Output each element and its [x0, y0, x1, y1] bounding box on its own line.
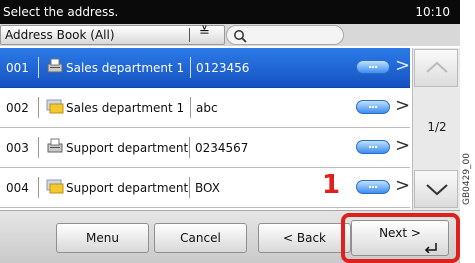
folder-icon	[46, 177, 64, 198]
cancel-button[interactable]: Cancel	[154, 223, 247, 253]
chevron-right-icon[interactable]: >	[395, 55, 410, 76]
divider	[189, 137, 190, 158]
list-item[interactable]: 003 Support department 0234567 >	[0, 128, 410, 168]
entry-name: Sales department 1	[66, 61, 185, 75]
entry-address: 0234567	[195, 141, 249, 155]
scroll-down-button[interactable]	[414, 170, 458, 208]
entry-name: Sales department 1	[66, 101, 185, 115]
menu-button[interactable]: Menu	[56, 223, 149, 253]
entry-address: abc	[196, 101, 218, 115]
filter-bar: Address Book (All) ≚	[0, 24, 460, 46]
address-book-dropdown[interactable]: Address Book (All) ≚	[0, 25, 225, 45]
figure-code: GB0429_00	[462, 152, 472, 205]
chevron-right-icon[interactable]: >	[395, 175, 410, 196]
list-item[interactable]: 004 Support department BOX >	[0, 168, 410, 208]
search-icon	[234, 30, 247, 43]
fax-icon	[46, 57, 64, 78]
divider	[38, 57, 39, 78]
status-bar: Select the address. 10:10	[0, 0, 460, 24]
list-item[interactable]: 001 Sales department 1 0123456 >	[0, 48, 410, 88]
screen-title: Select the address.	[3, 5, 119, 19]
list-item[interactable]: 002 Sales department 1 abc >	[0, 88, 410, 128]
entry-number: 004	[6, 181, 29, 195]
entry-address: BOX	[195, 181, 220, 195]
divider	[189, 177, 190, 198]
entry-number: 003	[6, 141, 29, 155]
step-callout: 1	[322, 170, 341, 200]
entry-address: 0123456	[196, 61, 250, 75]
divider	[190, 97, 191, 118]
back-button[interactable]: < Back	[258, 223, 351, 253]
divider	[38, 137, 39, 158]
next-highlight-frame	[341, 213, 460, 263]
detail-button[interactable]	[356, 140, 390, 154]
divider	[190, 57, 191, 78]
address-book-dropdown-value: Address Book (All)	[5, 28, 115, 42]
page-indicator: 1/2	[427, 120, 447, 134]
fax-icon	[46, 137, 64, 158]
clock: 10:10	[415, 5, 450, 19]
detail-button[interactable]	[356, 100, 390, 114]
entry-number: 001	[6, 61, 29, 75]
search-button[interactable]	[226, 25, 344, 45]
detail-button[interactable]	[356, 180, 390, 194]
double-chevron-down-icon: ≚	[199, 25, 210, 40]
scroll-panel: 1/2	[412, 48, 460, 210]
detail-button[interactable]	[356, 60, 390, 74]
dropdown-separator	[189, 28, 190, 42]
entry-number: 002	[6, 101, 29, 115]
chevron-up-icon	[426, 61, 448, 73]
scroll-up-button[interactable]	[414, 49, 458, 87]
divider	[38, 97, 39, 118]
chevron-down-icon	[426, 184, 448, 196]
chevron-right-icon[interactable]: >	[395, 95, 410, 116]
entry-name: Support department	[66, 141, 189, 155]
chevron-right-icon[interactable]: >	[395, 135, 410, 156]
entry-name: Support department	[66, 181, 189, 195]
divider	[38, 177, 39, 198]
folder-icon	[46, 97, 64, 118]
